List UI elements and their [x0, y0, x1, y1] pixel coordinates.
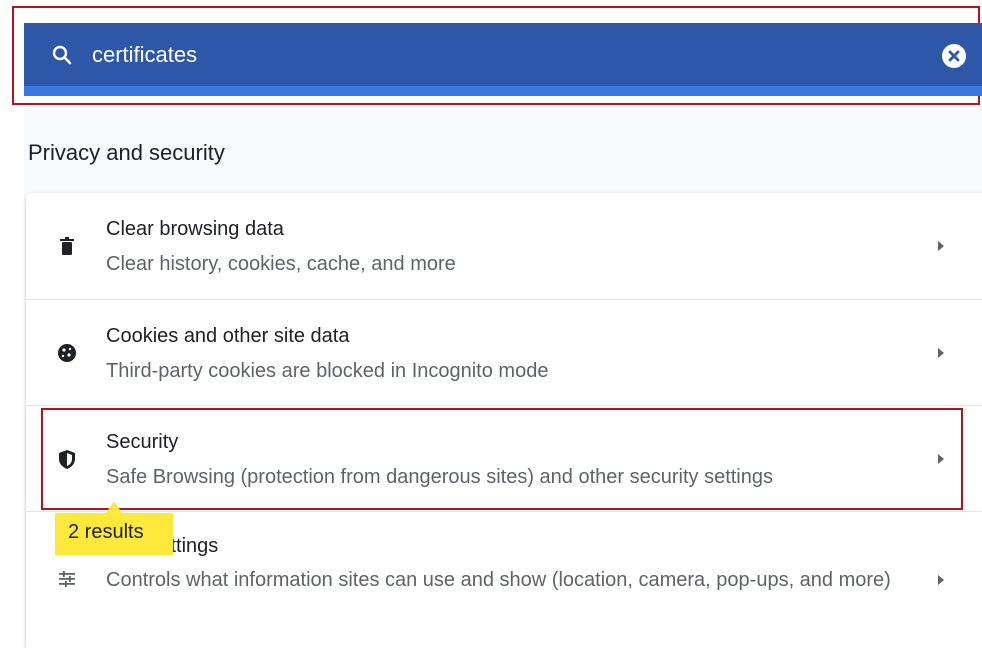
- cookies-site-data-row[interactable]: Cookies and other site data Third-party …: [26, 300, 982, 405]
- trash-icon: [60, 237, 74, 255]
- chevron-right-icon: [938, 241, 944, 251]
- row-subtitle: Controls what information sites can use …: [106, 569, 891, 591]
- clear-browsing-data-row[interactable]: Clear browsing data Clear history, cooki…: [26, 193, 982, 299]
- clear-icon: [948, 50, 960, 62]
- security-highlight-outline: [41, 408, 963, 510]
- row-subtitle: Third-party cookies are blocked in Incog…: [106, 360, 549, 382]
- tune-icon: [59, 571, 75, 587]
- chevron-right-icon: [938, 575, 944, 585]
- cookie-icon: [58, 344, 76, 362]
- search-input[interactable]: [92, 40, 912, 70]
- search-icon: [52, 45, 72, 65]
- row-title: Cookies and other site data: [106, 325, 350, 347]
- chevron-right-icon: [938, 348, 944, 358]
- clear-search-button[interactable]: [942, 44, 966, 68]
- results-badge-pointer: [106, 501, 122, 513]
- search-results-badge: 2 results: [55, 513, 173, 555]
- row-subtitle: Clear history, cookies, cache, and more: [106, 253, 456, 275]
- section-title: Privacy and security: [28, 140, 225, 165]
- row-title: Clear browsing data: [106, 218, 284, 240]
